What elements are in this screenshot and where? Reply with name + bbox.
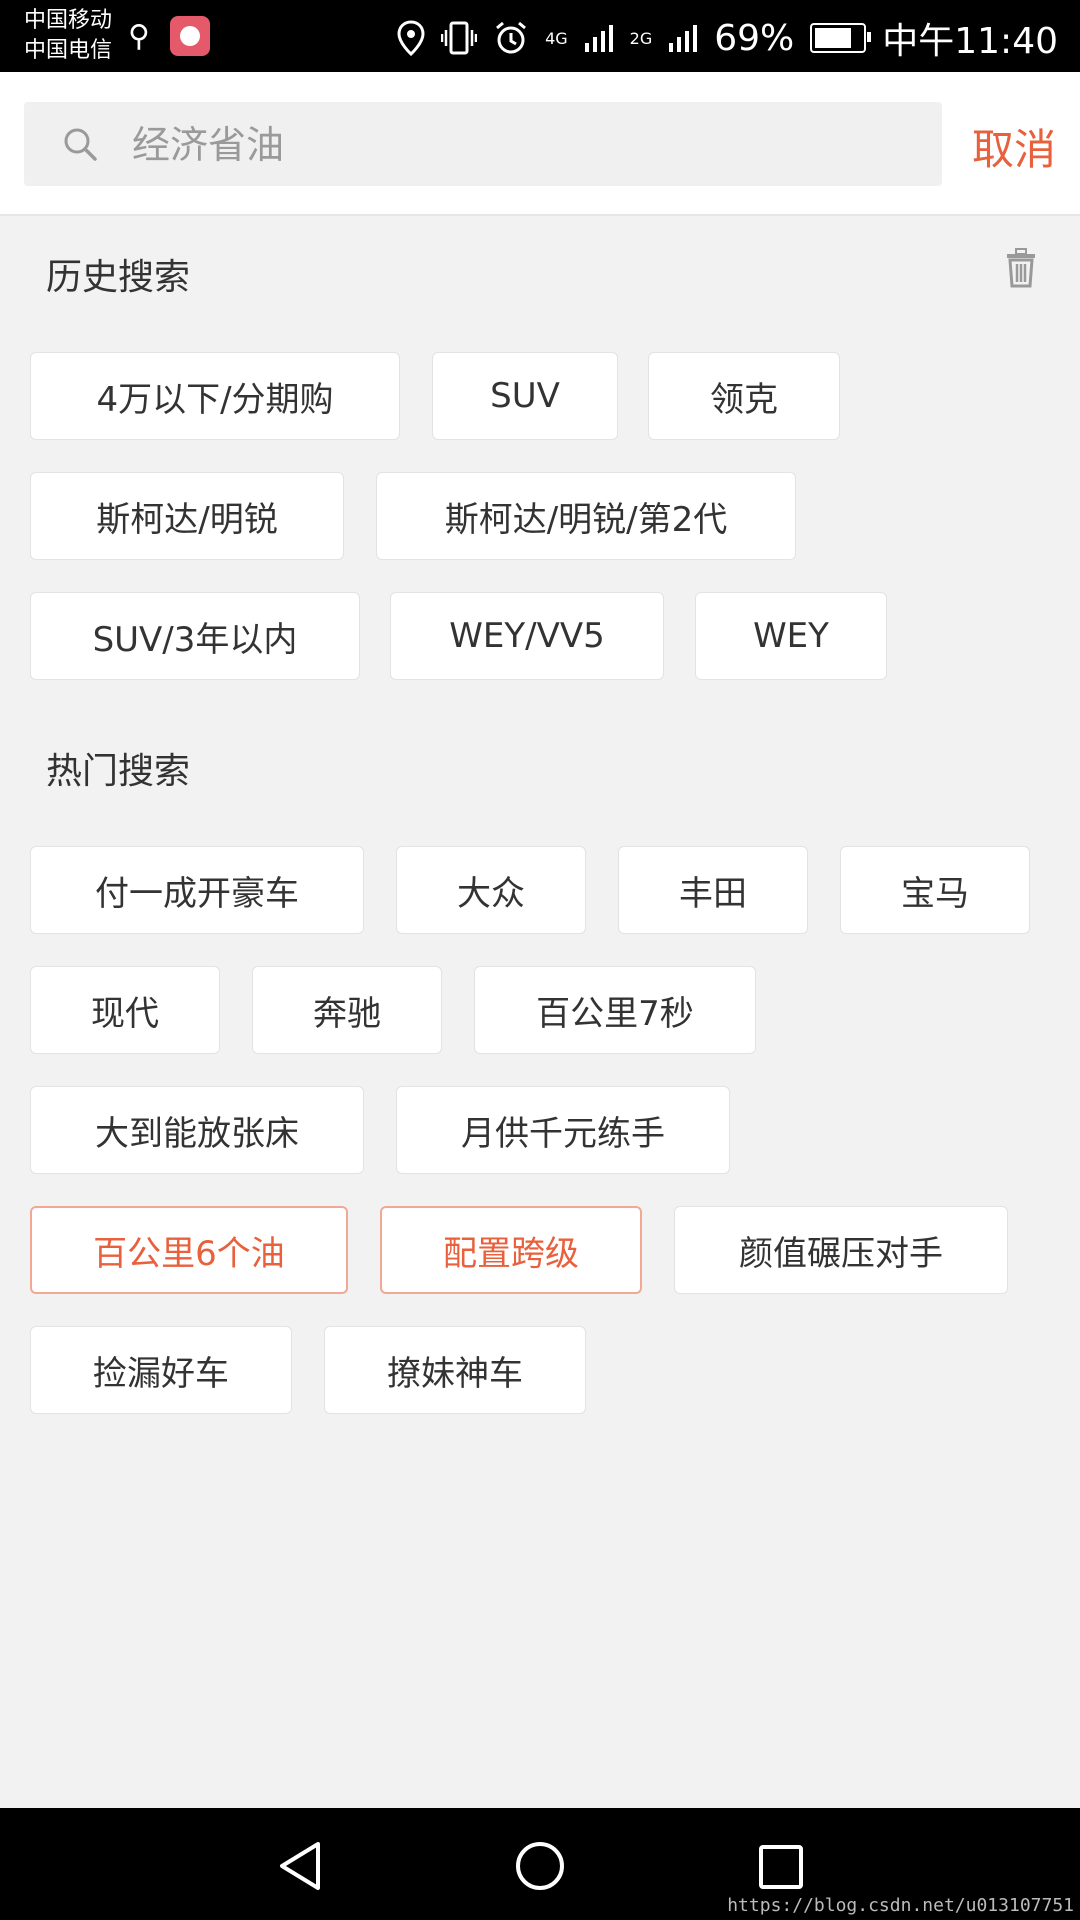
hot-chip[interactable]: 颜值碾压对手 [674,1206,1008,1294]
vibrate-icon [441,21,478,55]
network-1: 4G [545,28,568,48]
history-chip[interactable]: WEY [695,592,887,680]
hot-chip[interactable]: 撩妹神车 [324,1326,586,1414]
hot-chip[interactable]: 百公里7秒 [474,966,756,1054]
hot-chip-highlighted[interactable]: 百公里6个油 [30,1206,348,1294]
watermark: https://blog.csdn.net/u013107751 [727,1895,1074,1916]
usb-icon: ⚲ [128,18,150,54]
trash-icon[interactable] [1004,248,1038,288]
hot-chip[interactable]: 付一成开豪车 [30,846,364,934]
hot-chip[interactable]: 大众 [396,846,586,934]
status-bar: 中国移动 中国电信 ⚲ 4G 2G 69% 中午11:40 [0,0,1080,72]
signal-icon [584,25,613,52]
carrier-1: 中国移动 [24,8,113,33]
hot-chip[interactable]: 捡漏好车 [30,1326,292,1414]
signal-icon-2 [669,25,698,52]
recent-apps-icon[interactable] [758,1844,804,1890]
app-icon [169,16,210,56]
hot-chip[interactable]: 月供千元练手 [396,1086,730,1174]
hot-chip-highlighted[interactable]: 配置跨级 [380,1206,642,1294]
search-header: 取消 [0,72,1080,216]
back-icon[interactable] [276,1840,324,1892]
search-icon [64,128,97,161]
hot-chip[interactable]: 宝马 [840,846,1030,934]
history-chip[interactable]: WEY/VV5 [390,592,664,680]
history-chip[interactable]: SUV [432,352,618,440]
location-icon [397,20,425,56]
navigation-bar: https://blog.csdn.net/u013107751 [0,1808,1080,1920]
hot-title: 热门搜索 [46,751,191,792]
cancel-button[interactable]: 取消 [972,116,1056,177]
clock: 中午11:40 [882,21,1058,62]
history-chip[interactable]: SUV/3年以内 [30,592,360,680]
history-chip[interactable]: 4万以下/分期购 [30,352,400,440]
hot-chip[interactable]: 现代 [30,966,220,1054]
hot-chip[interactable]: 丰田 [618,846,808,934]
search-input[interactable] [130,102,924,188]
history-chip[interactable]: 斯柯达/明锐/第2代 [376,472,796,560]
home-icon[interactable] [514,1840,566,1892]
battery-percent: 69% [714,17,795,59]
carrier-2: 中国电信 [24,38,113,63]
carrier-info: 中国移动 中国电信 [24,6,112,66]
alarm-icon [496,21,527,54]
hot-chip[interactable]: 大到能放张床 [30,1086,364,1174]
history-chip[interactable]: 斯柯达/明锐 [30,472,344,560]
history-chip[interactable]: 领克 [648,352,840,440]
network-2: 2G [629,28,653,48]
hot-chip[interactable]: 奔驰 [252,966,442,1054]
history-title: 历史搜索 [46,257,191,298]
search-box[interactable] [24,102,942,188]
battery-icon [810,23,872,53]
